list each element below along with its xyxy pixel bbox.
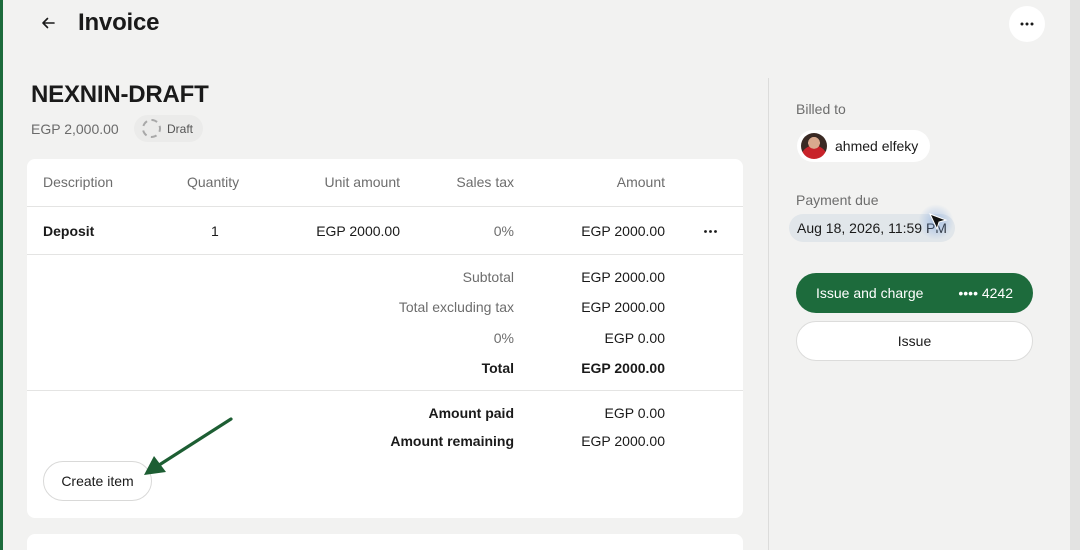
line-items-card: Description Quantity Unit amount Sales t…	[27, 159, 743, 518]
column-header-amount: Amount	[616, 174, 665, 190]
card-last4: •••• 4242	[958, 285, 1013, 301]
subtotal-value: EGP 2000.00	[581, 269, 665, 285]
payment-due-label: Payment due	[796, 192, 879, 208]
scrollbar-track[interactable]	[1070, 0, 1080, 550]
customer-name: ahmed elfeky	[835, 138, 919, 154]
column-header-quantity: Quantity	[187, 174, 240, 190]
page-title: Invoice	[78, 9, 160, 36]
left-accent-rail	[0, 0, 3, 550]
amount-remaining-value: EGP 2000.00	[581, 433, 665, 449]
secondary-card	[27, 534, 743, 550]
row-description: Deposit	[43, 223, 95, 239]
customer-chip[interactable]: ahmed elfeky	[797, 130, 931, 162]
invoice-number: NEXNIN-DRAFT	[31, 81, 209, 108]
status-badge: Draft	[134, 115, 204, 142]
back-button[interactable]	[33, 8, 63, 38]
issue-and-charge-button[interactable]: Issue and charge •••• 4242	[796, 273, 1033, 313]
row-amount: EGP 2000.00	[581, 223, 665, 239]
avatar	[801, 133, 827, 159]
ellipsis-icon	[1020, 22, 1034, 26]
subtotal-label: Subtotal	[462, 269, 514, 285]
header-divider	[27, 206, 743, 207]
amount-remaining-label: Amount remaining	[390, 433, 514, 449]
row-more-button[interactable]	[698, 221, 722, 241]
tax-rate-label: 0%	[493, 330, 514, 346]
column-header-description: Description	[43, 174, 114, 190]
row-divider	[27, 254, 743, 255]
mouse-pointer-icon	[929, 213, 948, 231]
ellipsis-icon	[703, 229, 717, 233]
row-unit-amount: EGP 2000.00	[316, 223, 400, 239]
row-sales-tax: 0%	[493, 223, 514, 239]
amount-paid-label: Amount paid	[428, 405, 514, 421]
status-label: Draft	[167, 121, 194, 136]
column-header-sales-tax: Sales tax	[456, 174, 514, 190]
create-item-button[interactable]: Create item	[43, 461, 152, 501]
totals-divider	[27, 390, 743, 391]
arrow-left-icon	[42, 17, 55, 29]
total-excl-tax-value: EGP 2000.00	[581, 299, 665, 315]
total-value: EGP 2000.00	[581, 360, 665, 376]
row-quantity: 1	[211, 223, 219, 239]
more-options-button[interactable]	[1009, 6, 1045, 42]
total-label: Total	[481, 360, 514, 376]
billed-to-label: Billed to	[796, 101, 846, 117]
amount-paid-value: EGP 0.00	[604, 405, 665, 421]
invoice-amount: EGP 2,000.00	[31, 121, 119, 137]
annotation-arrow-icon	[144, 417, 233, 475]
total-excl-tax-label: Total excluding tax	[398, 299, 514, 315]
column-header-unit-amount: Unit amount	[324, 174, 400, 190]
top-bar: Invoice	[3, 0, 1070, 48]
draft-status-icon	[142, 119, 161, 138]
tax-value: EGP 0.00	[604, 330, 665, 346]
issue-and-charge-label: Issue and charge	[816, 285, 924, 301]
panel-divider	[768, 78, 769, 550]
issue-button[interactable]: Issue	[796, 321, 1033, 361]
